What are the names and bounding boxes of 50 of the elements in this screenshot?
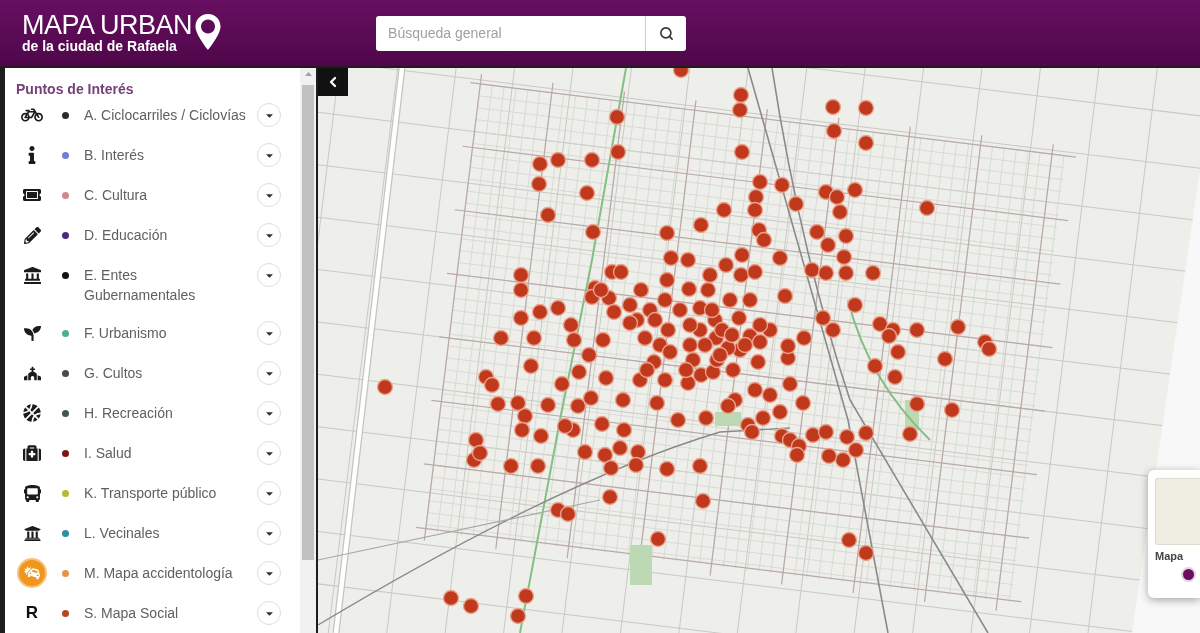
car-crash-icon	[17, 558, 47, 588]
medkit-icon	[23, 444, 41, 462]
expand-button[interactable]	[257, 601, 281, 625]
expand-button[interactable]	[257, 401, 281, 425]
expand-button[interactable]	[257, 321, 281, 345]
map-pin-icon	[194, 13, 223, 51]
logo-title: MAPA URBAN	[22, 12, 193, 38]
map-thumbnail	[1155, 478, 1200, 545]
category-label: H. Recreación	[84, 404, 174, 423]
expand-button[interactable]	[257, 223, 281, 247]
ticket-icon	[23, 186, 41, 204]
letter-icon: R	[25, 603, 39, 623]
pencil-icon	[23, 226, 41, 244]
collapse-sidebar-button[interactable]	[318, 68, 348, 96]
logo-subtitle: de la ciudad de Rafaela	[22, 37, 178, 54]
category-label: D. Educación	[84, 226, 169, 245]
sidebar-title: Puntos de Interés	[16, 81, 134, 97]
search-field[interactable]: Búsqueda general	[376, 15, 646, 51]
search-icon	[658, 25, 674, 41]
basemap-card[interactable]: Mapa	[1148, 470, 1200, 598]
church-icon	[23, 364, 41, 382]
category-label: M. Mapa accidentología	[84, 564, 234, 583]
bank-icon	[23, 524, 41, 542]
radio-button[interactable]	[1181, 567, 1196, 582]
category-label: S. Mapa Social	[84, 604, 180, 623]
expand-button[interactable]	[257, 481, 281, 505]
category-label: E. Entes Gubernamentales	[84, 266, 197, 305]
category-label: I. Salud	[84, 444, 133, 463]
category-label: B. Interés	[84, 146, 145, 165]
search-button[interactable]	[645, 15, 687, 51]
expand-button[interactable]	[257, 103, 281, 127]
expand-button[interactable]	[257, 441, 281, 465]
category-label: F. Urbanismo	[84, 324, 168, 343]
expand-button[interactable]	[257, 561, 281, 585]
expand-button[interactable]	[257, 263, 281, 287]
map-marker-group[interactable]	[376, 68, 998, 625]
plant-icon	[23, 324, 41, 342]
category-label: C. Cultura	[84, 186, 149, 205]
category-label: L. Vecinales	[84, 524, 161, 543]
basemap-label: Mapa	[1155, 549, 1185, 563]
bus-icon	[23, 484, 41, 502]
expand-button[interactable]	[257, 183, 281, 207]
landmark-icon	[23, 266, 41, 284]
expand-button[interactable]	[257, 361, 281, 385]
expand-button[interactable]	[257, 143, 281, 167]
category-label: G. Cultos	[84, 364, 144, 383]
category-label: K. Transporte público	[84, 484, 218, 503]
expand-button[interactable]	[257, 521, 281, 545]
scrollbar-thumb[interactable]	[302, 85, 314, 560]
category-label: A. Ciclocarriles / Ciclovías	[84, 106, 247, 125]
